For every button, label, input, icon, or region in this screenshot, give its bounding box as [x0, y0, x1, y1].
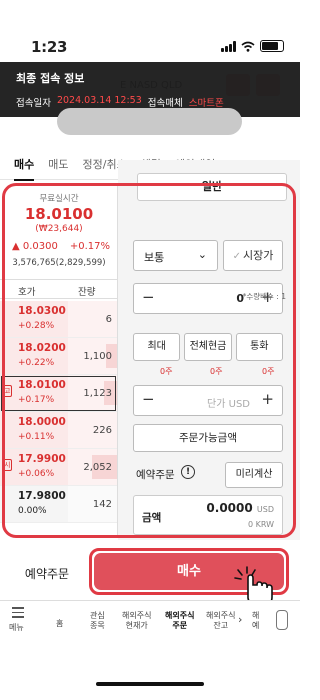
- toast-title: 최종 접속 정보: [16, 72, 85, 85]
- signal-icon: [221, 40, 236, 52]
- minus-icon[interactable]: −: [142, 288, 155, 306]
- status-icons: [221, 40, 284, 52]
- nav-menu[interactable]: 메뉴: [9, 623, 24, 633]
- all-cash-button[interactable]: 전체현금: [184, 333, 232, 361]
- row-qty: 6: [105, 314, 112, 325]
- access-medium-label: 접속매체: [147, 98, 183, 109]
- open-tag: 시: [2, 459, 13, 471]
- current-price-krw: (₩23,644): [35, 224, 83, 234]
- orderbook-row[interactable]: 18.0300 +0.28% 6: [0, 301, 118, 338]
- chevron-right-icon[interactable]: ›: [238, 614, 242, 625]
- precalc-button[interactable]: 미리계산: [225, 462, 283, 488]
- status-bar: 1:23: [0, 0, 300, 62]
- access-medium-value: 스마트폰: [188, 98, 224, 109]
- max-qty-button[interactable]: 최대: [133, 333, 181, 361]
- amount-number: 0.0000: [206, 501, 253, 515]
- toast-details: 접속일자 2024.03.14 12:53 접속매체 스마트폰: [16, 95, 224, 109]
- amount-display: 금액 0.0000 USD 0 KRW: [133, 495, 283, 535]
- info-icon[interactable]: !: [181, 465, 195, 479]
- clock: 1:23: [31, 38, 68, 56]
- max-qty-count: 0주: [160, 367, 173, 376]
- tab-buy[interactable]: 매수: [14, 150, 35, 181]
- row-qty: 142: [92, 499, 112, 510]
- quantity-multiple: *수량배수 : 1: [242, 292, 286, 301]
- row-price: 17.9800: [18, 490, 66, 502]
- price-input[interactable]: 단가 USD: [207, 395, 250, 410]
- order-kind-value: 보통: [144, 251, 165, 264]
- price-stepper: − 단가 USD +: [133, 385, 283, 416]
- orderbook-row[interactable]: 18.0200 +0.22% 1,100: [0, 338, 118, 375]
- row-rate: +0.22%: [18, 358, 55, 368]
- row-rate: +0.06%: [18, 469, 55, 479]
- row-rate: +0.11%: [18, 432, 55, 442]
- row-price: 17.9900: [18, 453, 66, 465]
- panel-divider: [117, 183, 118, 538]
- all-cash-count: 0주: [210, 367, 223, 376]
- trade-volume: 3,576,765(2,829,599): [12, 258, 106, 268]
- amount-label: 금액: [142, 512, 162, 524]
- price-change: ▲ 0.0300: [12, 241, 58, 252]
- check-icon: ✓: [232, 251, 241, 262]
- nav-overseas-order[interactable]: 해외주식 주문: [165, 611, 194, 631]
- order-type-button[interactable]: 일반: [137, 173, 287, 201]
- chevron-down-icon: ⌄: [197, 248, 207, 261]
- row-qty: 226: [92, 425, 112, 436]
- amount-value: 0.0000 USD: [206, 501, 274, 515]
- current-price: 18.0100: [24, 205, 94, 223]
- row-price: 18.0000: [18, 416, 66, 428]
- amount-currency: USD: [256, 505, 274, 514]
- scroll-indicator: [276, 610, 288, 630]
- row-rate: 0.00%: [18, 506, 47, 516]
- reserve-order-label: 예약주문: [136, 469, 175, 481]
- orderbook-rows: 18.0300 +0.28% 6 18.0200 +0.22% 1,100 고 …: [0, 301, 118, 523]
- wifi-icon: [241, 41, 255, 52]
- amount-krw: 0 KRW: [247, 520, 274, 529]
- header-price: 호가: [18, 287, 36, 298]
- redacted-account-bar: [57, 108, 242, 135]
- plus-icon[interactable]: +: [261, 390, 274, 408]
- nav-home[interactable]: 홈: [56, 619, 63, 629]
- row-rate: +0.28%: [18, 321, 55, 331]
- orderbook-row-current[interactable]: 고 18.0100 +0.17% 1,123: [0, 375, 118, 412]
- home-indicator: [96, 682, 204, 686]
- access-date-value: 2024.03.14 12:53: [56, 95, 142, 106]
- currency-button[interactable]: 통화: [235, 333, 283, 361]
- menu-icon[interactable]: [12, 607, 24, 621]
- price-change-rate: +0.17%: [69, 241, 110, 252]
- nav-overseas-balance[interactable]: 해외주식 잔고: [206, 611, 235, 631]
- access-date-label: 접속일자: [16, 98, 51, 109]
- tab-sell[interactable]: 매도: [48, 150, 68, 180]
- header-qty: 잔량: [78, 287, 96, 298]
- quantity-shortcuts: 최대 전체현금 통화: [133, 333, 283, 361]
- orderbook-header: 호가 잔량: [0, 279, 118, 299]
- row-qty: 2,052: [83, 462, 112, 473]
- available-amount-button[interactable]: 주문가능금액: [133, 424, 283, 452]
- market-price-label: 시장가: [243, 249, 274, 262]
- orderbook-row[interactable]: 18.0000 +0.11% 226: [0, 412, 118, 449]
- row-qty: 1,100: [83, 351, 112, 362]
- bottom-nav: 메뉴 홈 관심 종목 해외주식 현재가 해외주식 주문 해외주식 잔고 › 해 …: [0, 600, 300, 645]
- nav-overseas-price[interactable]: 해외주식 현재가: [122, 611, 151, 631]
- market-price-toggle[interactable]: ✓ 시장가: [223, 240, 283, 271]
- nav-partial-item[interactable]: 해 예: [252, 611, 259, 631]
- row-price: 18.0200: [18, 342, 66, 354]
- reserve-order-button[interactable]: 예약주문: [14, 560, 80, 588]
- orderbook-panel: 무료실시간 18.0100 (₩23,644) ▲ 0.0300 +0.17% …: [0, 183, 118, 538]
- currency-count: 0주: [262, 367, 275, 376]
- orderbook-row[interactable]: 시 17.9900 +0.06% 2,052: [0, 449, 118, 486]
- orderbook-row[interactable]: 17.9800 0.00% 142: [0, 486, 118, 523]
- row-price: 18.0300: [18, 305, 66, 317]
- minus-icon[interactable]: −: [142, 390, 155, 408]
- nav-watchlist[interactable]: 관심 종목: [90, 611, 105, 631]
- order-kind-select[interactable]: 보통 ⌄: [133, 240, 218, 271]
- battery-icon: [260, 40, 284, 52]
- realtime-label: 무료실시간: [39, 194, 79, 204]
